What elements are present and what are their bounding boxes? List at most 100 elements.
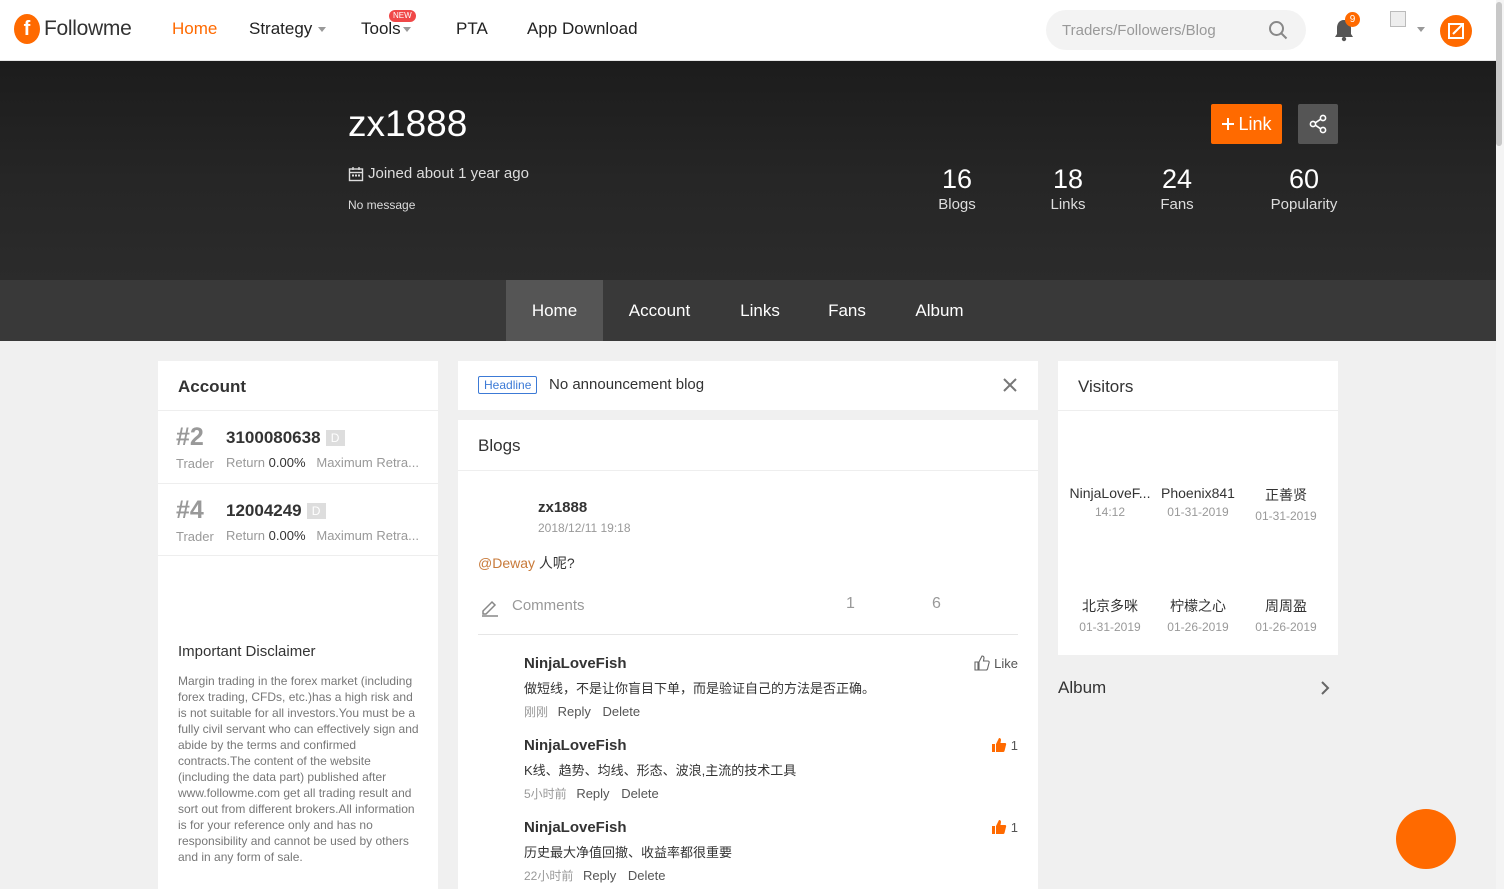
thumbs-up-icon <box>974 655 990 671</box>
notification-count: 9 <box>1345 12 1360 27</box>
profile-tabbar: Home Account Links Fans Album <box>0 280 1496 341</box>
visitor-item[interactable]: 柠檬之心 01-26-2019 <box>1154 596 1242 634</box>
stat-blogs[interactable]: 16 Blogs <box>927 164 987 213</box>
album-link[interactable]: Album <box>1058 675 1338 705</box>
stat-links[interactable]: 18 Links <box>1038 164 1098 213</box>
action-count[interactable]: 6 <box>932 595 941 613</box>
stat-popularity[interactable]: 60 Popularity <box>1264 164 1344 213</box>
nav-tools[interactable]: Tools <box>361 19 411 39</box>
visitor-item[interactable]: Phoenix841 01-31-2019 <box>1154 485 1242 519</box>
comment-meta: 5小时前 Reply Delete <box>524 785 1018 802</box>
brand-logo[interactable]: f Followme <box>14 14 132 44</box>
headline-tag: Headline <box>478 376 538 394</box>
like-button[interactable]: 1 <box>991 819 1018 835</box>
account-type-badge: D <box>306 503 326 519</box>
account-row[interactable]: #4 Trader 12004249 D Return 0.00% Maximum… <box>158 483 438 556</box>
thumbs-up-filled-icon <box>991 738 1006 752</box>
account-row[interactable]: #2 Trader 3100080638 D Return 0.00% Maxim… <box>158 410 438 483</box>
tab-home[interactable]: Home <box>506 280 603 341</box>
account-number: 12004249 D <box>226 501 326 521</box>
comment-meta: 22小时前 Reply Delete <box>524 867 1018 884</box>
stat-value: 18 <box>1052 164 1084 194</box>
blog-body: @Deway 人呢? <box>478 553 575 573</box>
delete-button[interactable]: Delete <box>621 786 659 801</box>
nav-app-download[interactable]: App Download <box>527 19 638 39</box>
visitor-time: 01-31-2019 <box>1255 509 1317 523</box>
tab-account[interactable]: Account <box>612 280 707 341</box>
comment-text: 做短线，不是让你盲目下单，而是验证自己的方法是否正确。 <box>524 681 876 696</box>
joined-info: Joined about 1 year ago <box>348 165 529 182</box>
page-scrollbar[interactable] <box>1496 0 1504 889</box>
link-button-label: Link <box>1238 113 1272 134</box>
tab-fans[interactable]: Fans <box>814 280 880 341</box>
write-post-button[interactable] <box>1440 15 1472 47</box>
blog-author[interactable]: zx1888 <box>538 499 587 516</box>
account-type-badge: D <box>325 430 345 446</box>
action-count[interactable]: 1 <box>846 595 855 613</box>
visitor-item[interactable]: 北京多咪 01-31-2019 <box>1066 596 1154 634</box>
account-rank: #4 <box>176 496 204 524</box>
visitor-item[interactable]: 周周盈 01-26-2019 <box>1242 596 1330 634</box>
account-number-text: 3100080638 <box>226 428 321 447</box>
like-button[interactable]: Like <box>974 655 1018 671</box>
return-label: Return <box>226 455 266 470</box>
divider <box>458 470 1038 471</box>
stat-label: Blogs <box>938 196 976 213</box>
profile-banner: zx1888 Joined about 1 year ago No messag… <box>0 61 1496 280</box>
visitor-name: 周周盈 <box>1265 598 1307 614</box>
like-button[interactable]: 1 <box>991 737 1018 753</box>
search-icon[interactable] <box>1268 20 1288 40</box>
visitors-panel: Visitors NinjaLoveF... 14:12 Phoenix841 … <box>1058 361 1338 655</box>
visitor-time: 01-31-2019 <box>1079 620 1141 634</box>
nav-home[interactable]: Home <box>172 19 217 39</box>
like-count: 1 <box>1010 737 1018 753</box>
link-button[interactable]: Link <box>1211 104 1282 144</box>
visitors-title: Visitors <box>1078 377 1134 396</box>
thumbs-up-filled-icon <box>991 820 1006 834</box>
like-label: Like <box>994 655 1018 671</box>
comment-text: 历史最大净值回撤、收益率都很重要 <box>524 845 733 860</box>
account-number-text: 12004249 <box>226 501 302 520</box>
visitor-item[interactable]: 正善贤 01-31-2019 <box>1242 485 1330 523</box>
reply-button[interactable]: Reply <box>583 868 616 883</box>
stat-label: Links <box>1050 196 1086 213</box>
comment-author[interactable]: NinjaLoveFish <box>524 819 1018 836</box>
user-avatar[interactable] <box>1390 11 1406 27</box>
stat-value: 60 <box>1288 164 1320 194</box>
nav-strategy-label: Strategy <box>249 19 313 38</box>
comment-author[interactable]: NinjaLoveFish <box>524 655 1018 672</box>
return-value: 0.00% <box>268 455 306 470</box>
mention-link[interactable]: @Deway <box>478 555 535 571</box>
blogs-title: Blogs <box>478 436 521 455</box>
blogs-panel: Blogs zx1888 2018/12/11 19:18 @Deway 人呢?… <box>458 420 1038 889</box>
reply-button[interactable]: Reply <box>558 704 591 719</box>
search-input[interactable] <box>1062 19 1262 41</box>
calendar-icon <box>348 166 364 181</box>
comment-item: NinjaLoveFish 历史最大净值回撤、收益率都很重要 22小时前 Rep… <box>524 819 1018 884</box>
pencil-icon <box>482 600 498 617</box>
reply-button[interactable]: Reply <box>576 786 609 801</box>
floating-action-button[interactable] <box>1396 809 1456 869</box>
visitor-name: 正善贤 <box>1265 487 1307 503</box>
comment-author[interactable]: NinjaLoveFish <box>524 737 1018 754</box>
chevron-right-icon <box>1321 681 1330 695</box>
brand-name: Followme <box>44 17 132 40</box>
comment-time: 刚刚 <box>524 705 549 719</box>
like-count: 1 <box>1010 819 1018 835</box>
stat-label: Fans <box>1160 196 1194 213</box>
chevron-down-icon[interactable] <box>1417 27 1425 32</box>
visitor-item[interactable]: NinjaLoveF... 14:12 <box>1066 485 1154 519</box>
nav-strategy[interactable]: Strategy <box>249 19 327 39</box>
share-button[interactable] <box>1298 104 1338 144</box>
delete-button[interactable]: Delete <box>628 868 666 883</box>
comments-button[interactable]: Comments <box>512 597 585 614</box>
close-icon[interactable] <box>1002 377 1018 393</box>
comment-meta: 刚刚 Reply Delete <box>524 703 1018 720</box>
delete-button[interactable]: Delete <box>603 704 641 719</box>
stat-fans[interactable]: 24 Fans <box>1147 164 1207 213</box>
nav-pta[interactable]: PTA <box>456 19 488 39</box>
scrollbar-thumb[interactable] <box>1496 2 1502 146</box>
tab-album[interactable]: Album <box>898 280 981 341</box>
stat-value: 16 <box>941 164 973 194</box>
tab-links[interactable]: Links <box>724 280 796 341</box>
